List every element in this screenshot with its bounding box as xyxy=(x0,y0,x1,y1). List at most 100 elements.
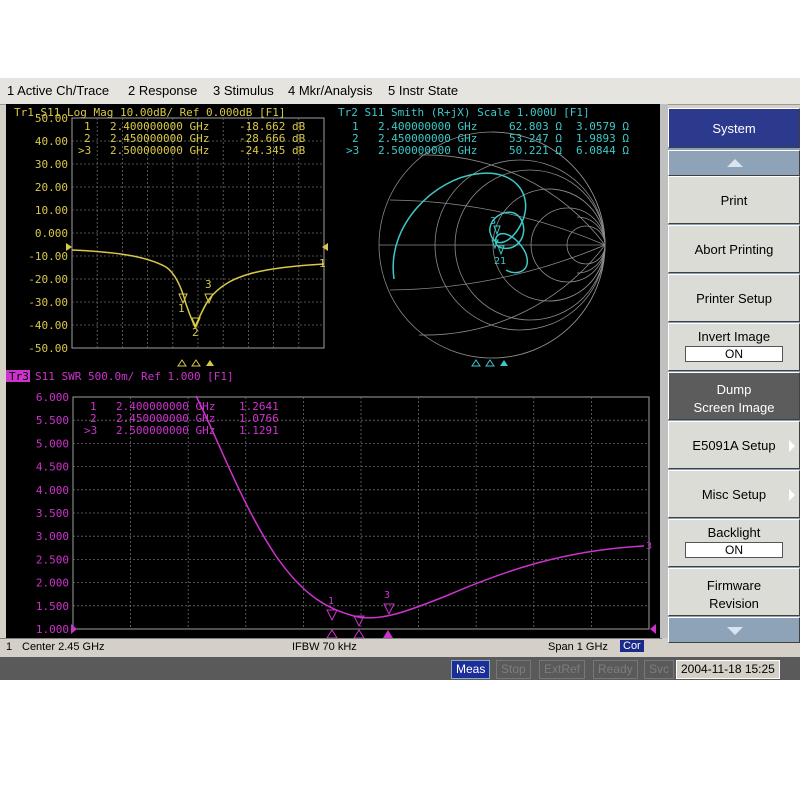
menu-response[interactable]: 2 Response xyxy=(128,83,197,98)
y-tick-label: -30.00 xyxy=(28,296,68,309)
y-tick-label: 2.500 xyxy=(36,553,69,566)
misc-setup-button[interactable]: Misc Setup xyxy=(668,470,800,518)
channel-number: 1 xyxy=(6,641,13,653)
correction-indicator: Cor xyxy=(620,640,644,652)
analyzer-window: 1 Active Ch/Trace 2 Response 3 Stimulus … xyxy=(0,78,800,680)
instrument-status-bar: Meas Stop ExtRef Ready Svc 2004-11-18 15… xyxy=(0,657,800,680)
display-canvas: Tr1 S11 Log Mag 10.00dB/ Ref 0.000dB [F1… xyxy=(6,106,656,639)
trace1-marker3-freq: 2.500000000 GHz xyxy=(110,144,209,157)
trace3-marker1-label: 1 xyxy=(328,596,334,607)
trace2-marker3-r: 50.221 Ω xyxy=(509,144,562,157)
menu-stimulus[interactable]: 3 Stimulus xyxy=(213,83,274,98)
y-tick-label: 0.000 xyxy=(35,227,68,240)
trace2-marker3-label: 3 xyxy=(490,216,496,227)
trace3-stim-marker2-icon xyxy=(353,629,365,639)
trace1-stim-marker2-icon xyxy=(191,359,201,367)
trace1-marker3-value: -24.345 dB xyxy=(239,144,306,157)
swr-panel: Tr3 S11 SWR 500.0m/ Ref 1.000 [F1] 6.000… xyxy=(6,370,656,639)
y-tick-label: 3.500 xyxy=(36,507,69,520)
display-scrollbar[interactable] xyxy=(660,104,668,638)
center-frequency[interactable]: Center 2.45 GHz xyxy=(22,641,105,653)
firmware-label-line1: Firmware xyxy=(706,578,762,593)
trace2-smith-curve xyxy=(392,172,529,280)
extref-indicator: ExtRef xyxy=(539,660,586,679)
ref-level-right-icon xyxy=(322,243,328,251)
firmware-revision-button[interactable]: Firmware Revision xyxy=(668,568,800,616)
chevron-up-icon xyxy=(727,159,743,167)
y-tick-label: 4.000 xyxy=(36,484,69,497)
span-value[interactable]: Span 1 GHz xyxy=(548,641,608,653)
y-tick-label: 1.000 xyxy=(36,623,69,636)
firmware-label-line2: Revision xyxy=(709,596,759,611)
smith-chart-grid xyxy=(378,131,606,359)
trace3-marker3-value: 1.1291 xyxy=(239,424,279,437)
trace2-header: Tr2 S11 Smith (R+jX) Scale 1.000U [F1] xyxy=(338,106,590,119)
submenu-arrow-icon xyxy=(789,440,795,452)
y-tick-label: -20.00 xyxy=(28,273,68,286)
dump-label-line1: Dump xyxy=(716,382,752,397)
trace2-stim-marker2-icon xyxy=(485,359,495,367)
invert-image-button[interactable]: Invert Image ON xyxy=(668,323,800,371)
y-tick-label: 6.000 xyxy=(36,391,69,404)
print-button[interactable]: Print xyxy=(668,176,800,224)
trace2-marker3-x: 6.0844 Ω xyxy=(576,144,629,157)
trace1-marker3-id: >3 xyxy=(78,144,91,157)
softkey-scroll-down[interactable] xyxy=(668,617,800,643)
y-tick-label: 1.500 xyxy=(36,600,69,613)
trace2-marker3-freq: 2.500000000 GHz xyxy=(378,144,477,157)
channel-status-bar: 1 Center 2.45 GHz IFBW 70 kHz Span 1 GHz… xyxy=(0,638,662,656)
abort-printing-button[interactable]: Abort Printing xyxy=(668,225,800,273)
menu-active-ch-trace[interactable]: 1 Active Ch/Trace xyxy=(7,83,109,98)
ref-level-left-icon xyxy=(66,243,72,251)
trace3-header: S11 SWR 500.0m/ Ref 1.000 [F1] xyxy=(35,370,234,383)
trace1-marker3-label: 3 xyxy=(205,278,212,291)
trace3-stim-marker1-icon xyxy=(326,629,338,639)
trace1-stim-marker1-icon xyxy=(177,359,187,367)
e5091a-setup-button[interactable]: E5091A Setup xyxy=(668,421,800,469)
ifbw-value[interactable]: IFBW 70 kHz xyxy=(292,641,357,653)
menu-mkr-analysis[interactable]: 4 Mkr/Analysis xyxy=(288,83,373,98)
softkey-scroll-up[interactable] xyxy=(668,150,800,176)
trace1-marker1-label: 1 xyxy=(178,302,185,315)
y-tick-label: -50.00 xyxy=(28,342,68,355)
backlight-state: ON xyxy=(685,542,783,558)
softkey-title: System xyxy=(668,108,800,148)
y-tick-label: 50.00 xyxy=(35,112,68,125)
invert-image-state: ON xyxy=(685,346,783,362)
date-time: 2004-11-18 15:25 xyxy=(676,660,780,679)
trace3-marker-table: 1 2.400000000 GHz 1.2641 2 2.450000000 G… xyxy=(84,400,279,437)
y-tick-label: 20.00 xyxy=(35,181,68,194)
y-tick-label: 3.000 xyxy=(36,530,69,543)
y-tick-label: 40.00 xyxy=(35,135,68,148)
invert-image-label: Invert Image xyxy=(697,329,771,344)
trace3-stim-marker3-icon xyxy=(383,630,393,638)
trace2-stim-marker3-icon xyxy=(500,360,508,366)
trace3-marker3-freq: 2.500000000 GHz xyxy=(116,424,215,437)
measurement-display: Tr1 S11 Log Mag 10.00dB/ Ref 0.000dB [F1… xyxy=(6,104,660,640)
trace3-marker3-id: >3 xyxy=(84,424,97,437)
dump-screen-image-button[interactable]: Dump Screen Image xyxy=(668,372,800,420)
misc-setup-label: Misc Setup xyxy=(701,487,767,502)
y-tick-label: -10.00 xyxy=(28,250,68,263)
trace1-marker-table: 1 2.400000000 GHz -18.662 dB 2 2.4500000… xyxy=(78,120,306,157)
swr-ref-left-icon xyxy=(71,624,77,634)
menu-instr-state[interactable]: 5 Instr State xyxy=(388,83,458,98)
softkey-panel: System Print Abort Printing Printer Setu… xyxy=(668,108,800,643)
printer-setup-button[interactable]: Printer Setup xyxy=(668,274,800,322)
trace3-tag-label: Tr3 xyxy=(9,370,29,383)
trace2-marker3-id: >3 xyxy=(346,144,359,157)
e5091a-setup-label: E5091A Setup xyxy=(692,438,776,453)
svc-indicator: Svc xyxy=(644,660,675,679)
trace3-marker3-label: 3 xyxy=(384,590,390,601)
y-tick-label: -40.00 xyxy=(28,319,68,332)
ready-indicator: Ready xyxy=(593,660,638,679)
trace1-end-label: 1 xyxy=(319,257,326,270)
logmag-panel: Tr1 S11 Log Mag 10.00dB/ Ref 0.000dB [F1… xyxy=(14,106,328,367)
menu-bar: 1 Active Ch/Trace 2 Response 3 Stimulus … xyxy=(0,78,800,105)
swr-ref-right-icon xyxy=(650,624,656,634)
backlight-button[interactable]: Backlight ON xyxy=(668,519,800,567)
y-tick-label: 2.000 xyxy=(36,577,69,590)
submenu-arrow-icon xyxy=(789,489,795,501)
backlight-label: Backlight xyxy=(707,525,761,540)
trace1-stim-marker3-icon xyxy=(206,360,214,366)
